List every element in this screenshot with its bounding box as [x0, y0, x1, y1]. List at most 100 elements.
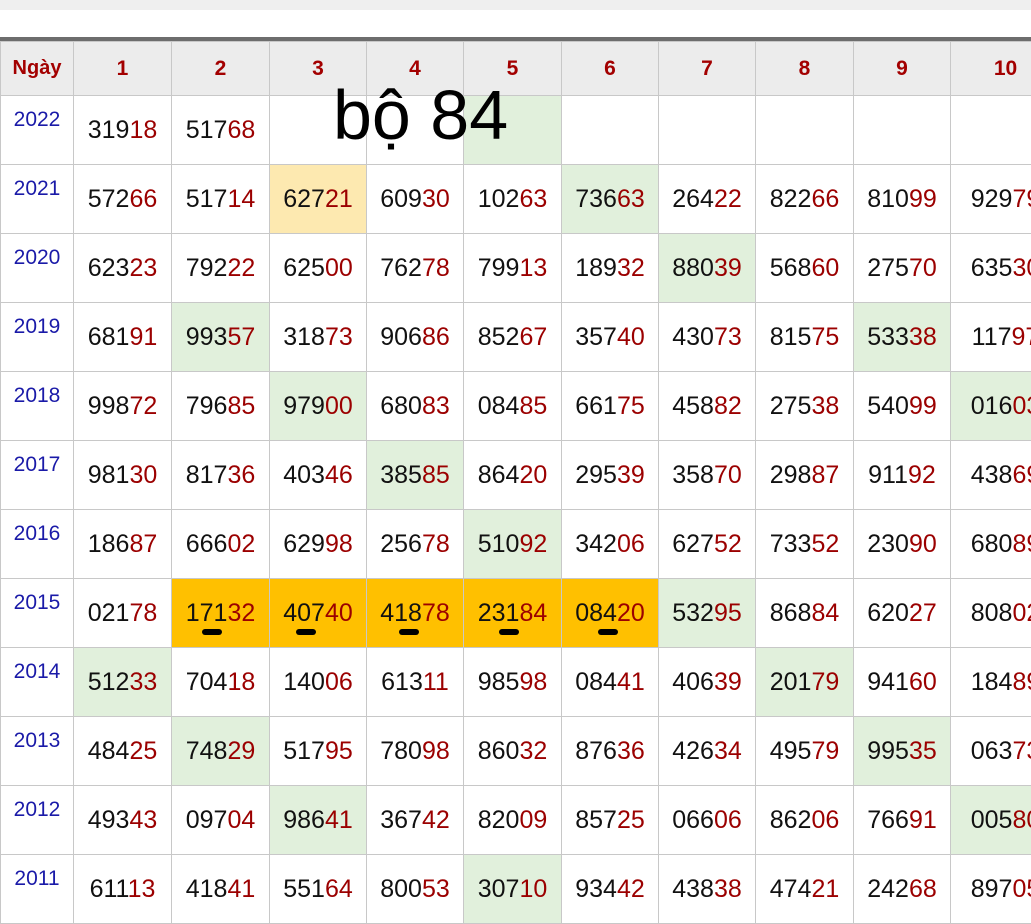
result-cell: 09704	[172, 786, 270, 855]
number-prefix: 532	[672, 599, 714, 627]
number-prefix: 815	[770, 323, 812, 351]
result-cell: 47421	[756, 855, 854, 924]
number-last-two-digits: 86	[422, 323, 450, 351]
underline-mark	[202, 629, 222, 635]
result-cell: 38585	[367, 441, 464, 510]
number-prefix: 766	[867, 806, 909, 834]
number-last-two-digits: 41	[617, 668, 645, 696]
result-cell: 49579	[756, 717, 854, 786]
number-last-two-digits: 98	[422, 737, 450, 765]
number-prefix: 517	[283, 737, 325, 765]
result-cell: 00580	[951, 786, 1031, 855]
number-last-two-digits: 00	[325, 392, 353, 420]
result-cell: 43838	[659, 855, 756, 924]
number-last-two-digits: 66	[129, 185, 157, 213]
result-number: 54099	[867, 392, 937, 421]
result-number: 82266	[770, 185, 840, 214]
number-prefix: 230	[867, 530, 909, 558]
result-number: 35870	[672, 461, 742, 490]
number-prefix: 929	[971, 185, 1013, 213]
number-last-two-digits: 38	[909, 323, 937, 351]
number-prefix: 680	[380, 392, 422, 420]
number-last-two-digits: 84	[519, 599, 547, 627]
result-cell: 76691	[854, 786, 951, 855]
number-last-two-digits: 46	[325, 461, 353, 489]
number-last-two-digits: 70	[714, 461, 742, 489]
result-cell: 30710	[464, 855, 562, 924]
number-prefix: 430	[672, 323, 714, 351]
number-prefix: 117	[972, 323, 1012, 351]
number-last-two-digits: 13	[519, 254, 547, 282]
number-prefix: 611	[90, 875, 128, 903]
result-number: 81099	[867, 185, 937, 214]
result-number: 18932	[575, 254, 645, 283]
number-prefix: 406	[672, 668, 714, 696]
result-number: 57266	[88, 185, 158, 214]
result-number: 93442	[575, 875, 645, 904]
table-row: 2014512337041814006613119859808441406392…	[1, 648, 1031, 717]
number-last-two-digits: 78	[129, 599, 157, 627]
number-prefix: 540	[867, 392, 909, 420]
result-cell: 35870	[659, 441, 756, 510]
number-last-two-digits: 06	[617, 530, 645, 558]
result-cell: 85267	[464, 303, 562, 372]
number-prefix: 484	[88, 737, 130, 765]
result-cell: 76278	[367, 234, 464, 303]
number-prefix: 189	[575, 254, 617, 282]
number-last-two-digits: 75	[811, 323, 839, 351]
result-cell: 08420	[562, 579, 659, 648]
result-cell: 66175	[562, 372, 659, 441]
number-last-two-digits: 68	[227, 116, 255, 144]
result-number: 62500	[283, 254, 353, 283]
result-cell: 80802	[951, 579, 1031, 648]
number-prefix: 418	[186, 875, 228, 903]
result-number: 98641	[283, 806, 353, 835]
header-cell-day: 7	[659, 42, 756, 96]
result-cell: 06373	[951, 717, 1031, 786]
result-cell: 97900	[270, 372, 367, 441]
number-prefix: 906	[380, 323, 422, 351]
result-cell: 20179	[756, 648, 854, 717]
number-prefix: 275	[867, 254, 909, 282]
result-number: 85725	[575, 806, 645, 835]
number-last-two-digits: 02	[227, 530, 255, 558]
result-number: 68191	[88, 323, 158, 352]
result-number: 47421	[770, 875, 840, 904]
result-cell: 34206	[562, 510, 659, 579]
result-cell: 51233	[74, 648, 172, 717]
result-cell: 51714	[172, 165, 270, 234]
year-cell: 2022	[1, 96, 74, 165]
result-number: 86206	[770, 806, 840, 835]
result-cell: 91192	[854, 441, 951, 510]
number-prefix: 880	[672, 254, 714, 282]
number-prefix: 063	[971, 737, 1013, 765]
number-prefix: 681	[88, 323, 130, 351]
table-body: 2022319185176820215726651714627216093010…	[1, 96, 1031, 924]
table-row: 2020623237922262500762787991318932880395…	[1, 234, 1031, 303]
number-last-two-digits: 30	[1012, 254, 1031, 282]
number-last-two-digits: 43	[129, 806, 157, 834]
header-row: Ngày 1 2 3 4 5 6 7 8 9 10	[1, 42, 1031, 96]
result-cell: 40639	[659, 648, 756, 717]
result-cell: 79222	[172, 234, 270, 303]
number-prefix: 426	[672, 737, 714, 765]
result-cell: 98130	[74, 441, 172, 510]
number-prefix: 629	[283, 530, 325, 558]
number-last-two-digits: 67	[519, 323, 547, 351]
result-cell: 36742	[367, 786, 464, 855]
number-last-two-digits: 14	[227, 185, 255, 213]
result-cell: 24268	[854, 855, 951, 924]
result-number: 62998	[283, 530, 353, 559]
number-last-two-digits: 39	[714, 254, 742, 282]
result-number: 51795	[283, 737, 353, 766]
result-cell: 79913	[464, 234, 562, 303]
result-number: 98598	[478, 668, 548, 697]
result-number: 27538	[770, 392, 840, 421]
result-number: 51714	[186, 185, 256, 214]
number-last-two-digits: 97	[1012, 323, 1031, 351]
result-cell: 99357	[172, 303, 270, 372]
number-prefix: 857	[575, 806, 617, 834]
result-cell: 51768	[172, 96, 270, 165]
number-prefix: 876	[575, 737, 617, 765]
number-last-two-digits: 42	[422, 806, 450, 834]
